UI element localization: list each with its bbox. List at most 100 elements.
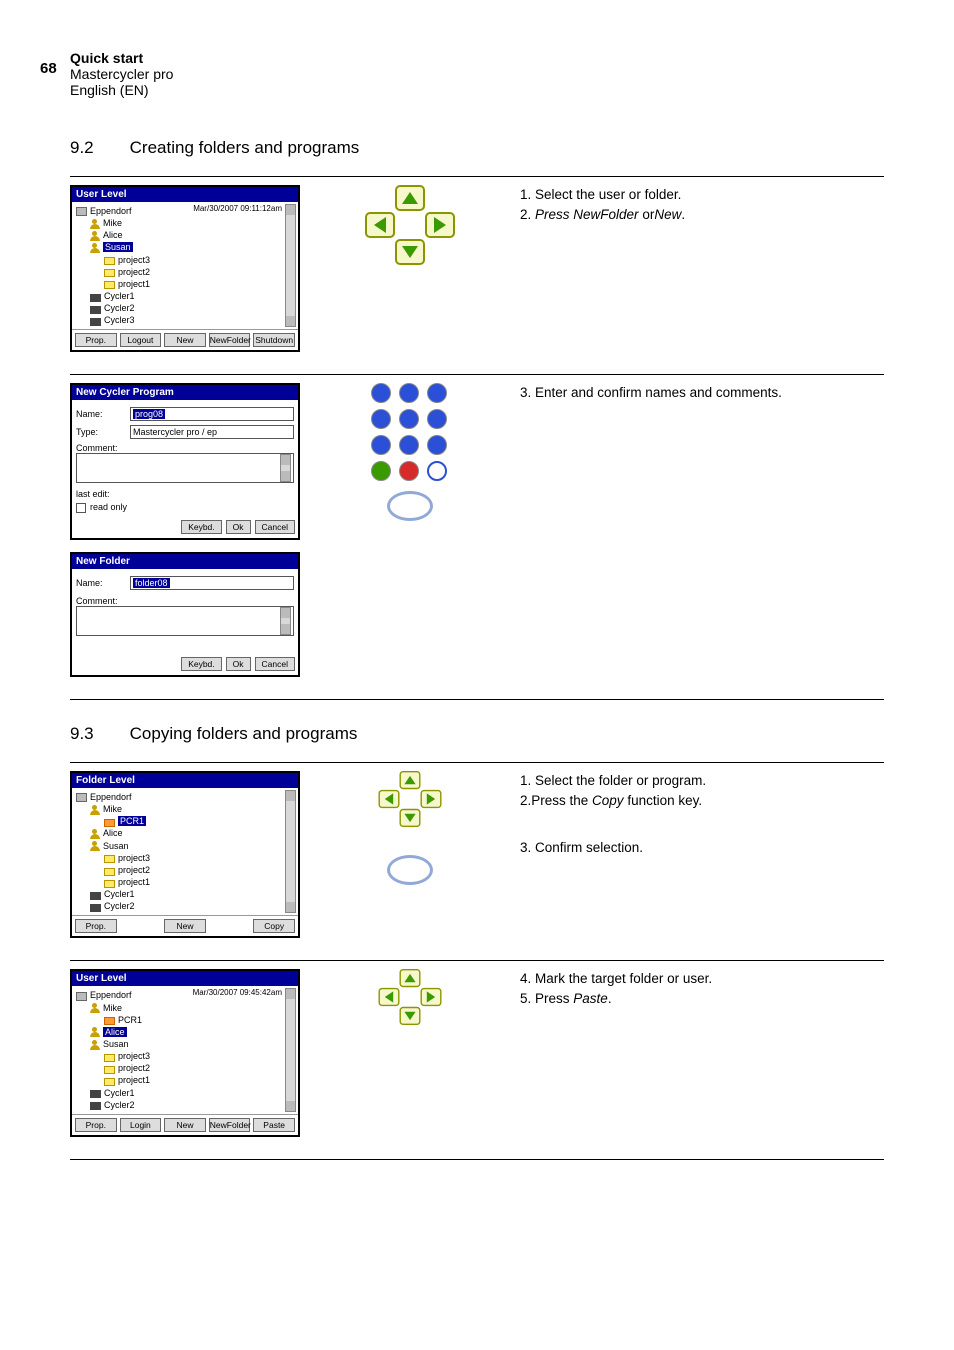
dpad-up-icon: [395, 185, 425, 211]
folder-icon: [104, 257, 115, 265]
cycler-icon: [90, 318, 101, 326]
cancel-button[interactable]: Cancel: [255, 520, 295, 534]
section-number: 9.2: [70, 138, 94, 158]
comment-label: Comment:: [76, 443, 118, 453]
ok-button[interactable]: Ok: [226, 520, 251, 534]
folder-icon: [104, 1054, 115, 1062]
section-9-2-heading: 9.2 Creating folders and programs: [70, 138, 884, 158]
cancel-button[interactable]: Cancel: [255, 657, 295, 671]
folder-icon: [104, 1078, 115, 1086]
type-select[interactable]: Mastercycler pro / ep: [130, 425, 294, 439]
instruction-text: 1. Select the folder or program. 2.Press…: [520, 771, 884, 858]
step-3: 3. Confirm selection.: [520, 838, 884, 858]
cycler3[interactable]: Cycler3: [104, 315, 135, 325]
user-icon: [90, 829, 100, 839]
folder-icon: [104, 281, 115, 289]
header-lang: English (EN): [70, 82, 884, 98]
newfolder-button[interactable]: NewFolder: [209, 1118, 251, 1132]
folder-project3[interactable]: project3: [118, 255, 150, 265]
scrollbar[interactable]: [285, 204, 296, 327]
ok-button[interactable]: Ok: [226, 657, 251, 671]
step-2: 2. Press NewFolder orNew.: [520, 205, 884, 225]
window-titlebar: New Cycler Program: [72, 385, 298, 400]
name-label: Name:: [76, 578, 122, 588]
prop-button[interactable]: Prop.: [75, 333, 117, 347]
folder-level-window: Folder Level Eppendorf Mike PCR1 Alice S…: [70, 771, 300, 938]
folder-icon: [104, 880, 115, 888]
scrollbar[interactable]: [285, 988, 296, 1111]
user-susan[interactable]: Susan: [103, 841, 129, 851]
scrollbar[interactable]: [280, 607, 291, 635]
divider: [70, 176, 884, 177]
cycler2[interactable]: Cycler2: [104, 303, 135, 313]
user-alice[interactable]: Alice: [103, 828, 123, 838]
login-button[interactable]: Login: [120, 1118, 162, 1132]
readonly-checkbox[interactable]: [76, 503, 86, 513]
cycler-icon: [90, 294, 101, 302]
user-icon: [90, 1040, 100, 1050]
root-label[interactable]: Eppendorf: [90, 206, 132, 216]
newfolder-button[interactable]: NewFolder: [209, 333, 251, 347]
shutdown-button[interactable]: Shutdown: [253, 333, 295, 347]
user-alice[interactable]: Alice: [103, 230, 123, 240]
scrollbar[interactable]: [285, 790, 296, 913]
folder-project2[interactable]: project2: [118, 267, 150, 277]
user-icon: [90, 1003, 100, 1013]
comment-label: Comment:: [76, 596, 118, 606]
cycler-icon: [90, 904, 101, 912]
pcr1-selected[interactable]: PCR1: [118, 816, 146, 826]
root-label[interactable]: Eppendorf: [90, 792, 132, 802]
user-susan-selected[interactable]: Susan: [103, 242, 133, 252]
user-level-window: User Level Mar/30/2007 09:11:12am Eppend…: [70, 185, 300, 352]
divider: [70, 374, 884, 375]
divider: [70, 762, 884, 763]
root-icon: [76, 992, 87, 1001]
folder-icon: [104, 855, 115, 863]
comment-textarea[interactable]: [76, 606, 294, 636]
scrollbar[interactable]: [280, 454, 291, 482]
prop-button[interactable]: Prop.: [75, 919, 117, 933]
instruction-text: 1. Select the user or folder. 2. Press N…: [520, 185, 884, 224]
new-program-dialog: New Cycler Program Name:prog08 Type:Mast…: [70, 383, 300, 540]
cycler-icon: [90, 306, 101, 314]
instruction-text: 3. Enter and confirm names and comments.: [520, 383, 884, 403]
dpad-icon: [379, 771, 442, 827]
confirm-icon: [387, 855, 433, 885]
step-5: 5. Press Paste.: [520, 989, 884, 1009]
dpad-down-icon: [395, 239, 425, 265]
step-1: 1. Select the user or folder.: [520, 185, 884, 205]
keybd-button[interactable]: Keybd.: [181, 657, 221, 671]
folder-project1[interactable]: project1: [118, 279, 150, 289]
tree: Eppendorf Mike Alice Susan project3 proj…: [76, 205, 294, 326]
window-titlebar: Folder Level: [72, 773, 298, 788]
confirm-icon: [387, 491, 433, 521]
section-number: 9.3: [70, 724, 94, 744]
user-mike[interactable]: Mike: [103, 804, 122, 814]
prop-button[interactable]: Prop.: [75, 1118, 117, 1132]
new-button[interactable]: New: [164, 919, 206, 933]
step-3: 3. Enter and confirm names and comments.: [520, 383, 884, 403]
cycler1[interactable]: Cycler1: [104, 291, 135, 301]
paste-button[interactable]: Paste: [253, 1118, 295, 1132]
copy-button[interactable]: Copy: [253, 919, 295, 933]
step-1: 1. Select the folder or program.: [520, 771, 884, 791]
new-button[interactable]: New: [164, 1118, 206, 1132]
section-title: Creating folders and programs: [130, 138, 360, 158]
user-icon: [90, 219, 100, 229]
new-button[interactable]: New: [164, 333, 206, 347]
divider: [70, 960, 884, 961]
name-input[interactable]: folder08: [130, 576, 294, 590]
logout-button[interactable]: Logout: [120, 333, 162, 347]
user-mike[interactable]: Mike: [103, 218, 122, 228]
timestamp: Mar/30/2007 09:45:42am: [193, 988, 282, 997]
alice-selected[interactable]: Alice: [103, 1027, 127, 1037]
comment-textarea[interactable]: [76, 453, 294, 483]
user-icon: [90, 243, 100, 253]
user-icon: [90, 805, 100, 815]
lastedit-label: last edit:: [76, 489, 294, 499]
name-input[interactable]: prog08: [130, 407, 294, 421]
keybd-button[interactable]: Keybd.: [181, 520, 221, 534]
cycler-icon: [90, 1090, 101, 1098]
new-folder-dialog: New Folder Name:folder08 Comment: Keybd.…: [70, 552, 300, 677]
folder-icon: [104, 868, 115, 876]
